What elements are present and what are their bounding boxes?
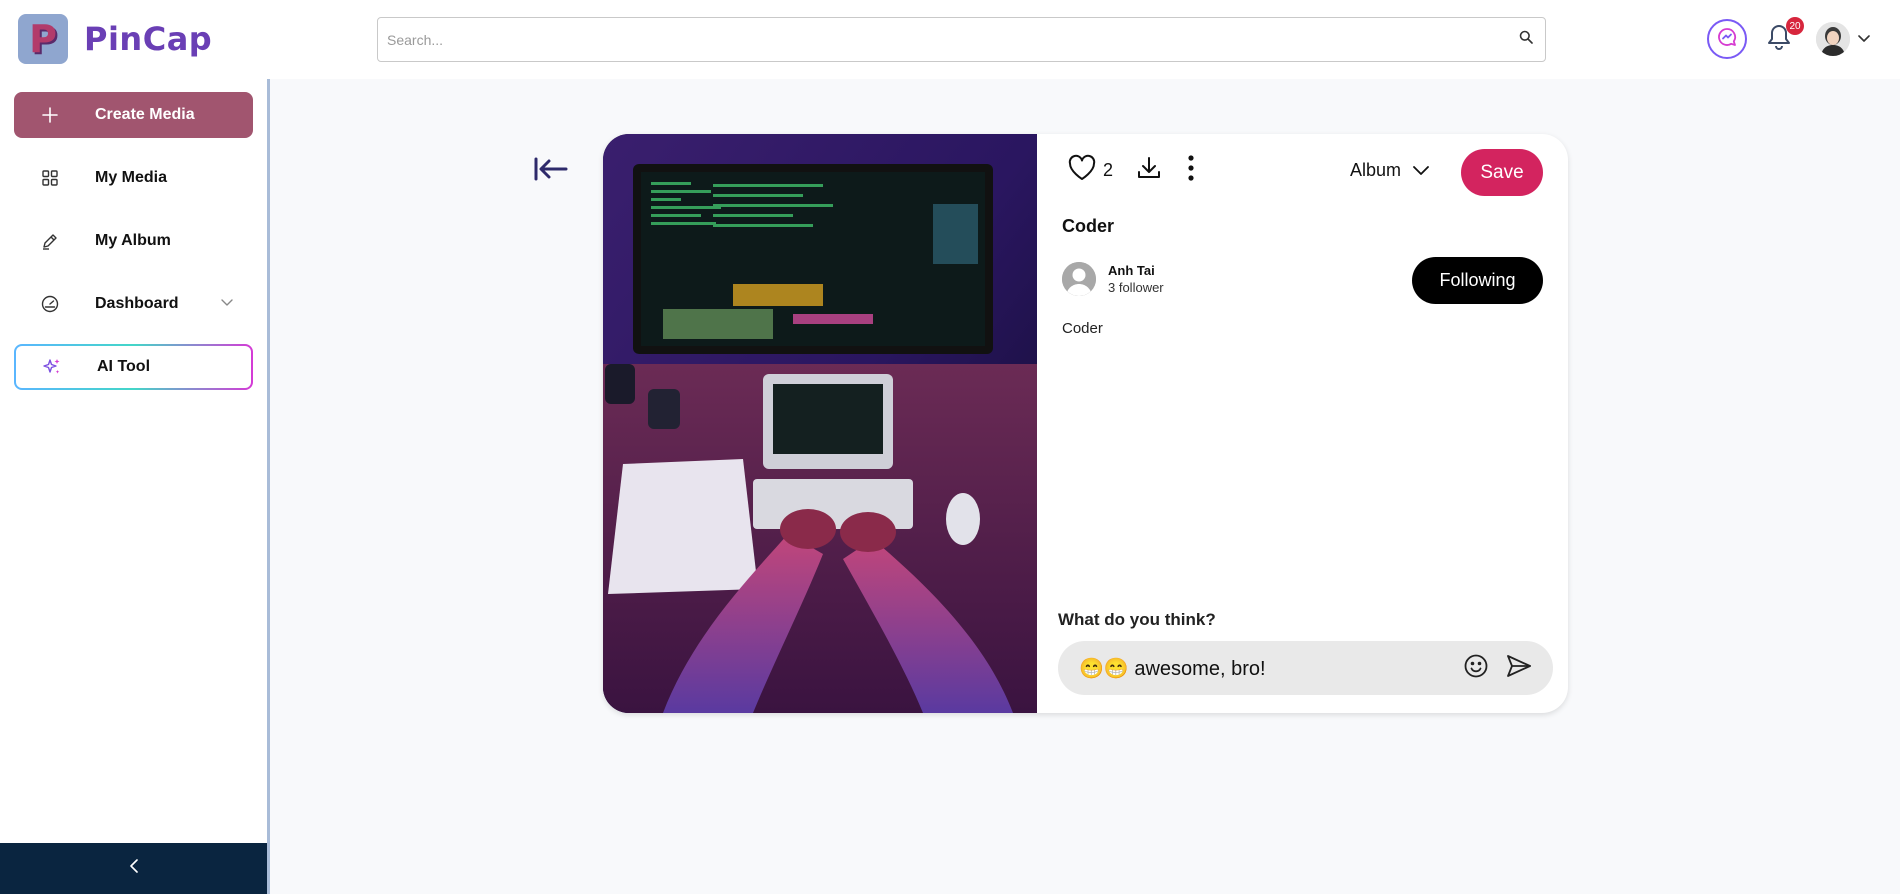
back-button[interactable] [531,154,571,188]
gauge-icon [39,293,61,315]
sidebar-item-my-album[interactable]: My Album [14,218,253,264]
user-avatar [1816,22,1850,56]
chevron-left-icon [129,859,139,878]
brand-logo[interactable]: P PinCap [18,14,212,64]
top-header: P PinCap 20 [0,0,1900,79]
back-arrow-icon [533,156,569,187]
like-count: 2 [1103,160,1114,180]
pen-icon [39,230,61,252]
author-name[interactable]: Anh Tai [1108,263,1164,278]
author-info[interactable]: Anh Tai 3 follower [1062,262,1164,296]
chat-button[interactable] [1707,19,1747,59]
sparkles-icon [41,356,63,378]
comment-input[interactable]: 😁😁 awesome, bro! [1079,656,1463,681]
pin-actions: 2 [1067,154,1195,187]
create-media-button[interactable]: Create Media [14,92,253,138]
author-avatar [1062,262,1096,296]
chat-icon [1716,26,1738,53]
chevron-down-icon [221,294,233,312]
download-icon[interactable] [1135,154,1163,187]
chevron-down-icon [1858,30,1870,48]
comment-prompt: What do you think? [1058,610,1216,629]
search-icon[interactable] [1519,30,1533,49]
grid-icon [39,167,61,189]
album-select[interactable]: Album [1350,160,1429,181]
sidebar-nav: Create Media My Media My Album Dashboard [14,92,253,407]
sidebar-item-dashboard[interactable]: Dashboard [14,281,253,327]
notifications-button[interactable]: 20 [1764,17,1804,59]
header-actions: 20 [1707,17,1870,59]
search-bar [377,17,1546,62]
user-menu[interactable] [1816,22,1870,56]
comment-actions [1463,653,1533,684]
chevron-down-icon [1413,160,1429,181]
notification-count-badge: 20 [1786,17,1804,35]
sidebar-item-label: AI Tool [97,358,151,375]
sidebar: Create Media My Media My Album Dashboard [0,79,270,894]
logo-badge: P [18,14,68,64]
comment-box: 😁😁 awesome, bro! [1058,641,1553,695]
sidebar-collapse-button[interactable] [0,843,267,894]
brand-name: PinCap [84,20,213,58]
pin-detail-card: 2 Album Save Coder Anh Tai 3 follower Fo… [603,134,1568,713]
search-input[interactable] [387,31,1519,48]
following-button[interactable]: Following [1412,257,1543,304]
pin-title: Coder [1062,216,1115,236]
sidebar-item-ai-tool[interactable]: AI Tool [14,344,253,390]
sidebar-item-my-media[interactable]: My Media [14,155,253,201]
sidebar-item-label: My Album [95,232,171,249]
album-select-label: Album [1350,160,1402,180]
emoji-icon[interactable] [1463,653,1489,684]
heart-icon [1067,154,1097,187]
author-followers: 3 follower [1108,280,1164,295]
plus-icon [39,104,61,126]
sidebar-item-label: Create Media [95,106,195,123]
save-button[interactable]: Save [1461,149,1543,196]
logo-letter: P [29,17,57,61]
send-icon[interactable] [1505,653,1533,684]
pin-info-panel: 2 Album Save Coder Anh Tai 3 follower Fo… [1037,134,1568,713]
sidebar-item-label: Dashboard [95,295,179,312]
author-text: Anh Tai 3 follower [1108,263,1164,295]
pin-image[interactable] [603,134,1037,713]
like-button[interactable]: 2 [1067,154,1113,187]
more-options-icon[interactable] [1187,155,1195,186]
sidebar-item-label: My Media [95,169,168,186]
pin-description: Coder [1062,320,1103,337]
